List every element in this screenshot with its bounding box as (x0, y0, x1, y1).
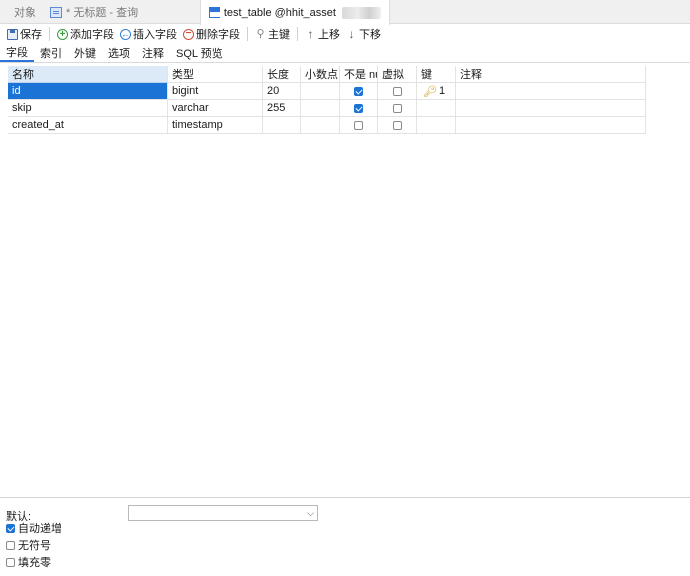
tab-comment[interactable]: 注释 (136, 44, 170, 62)
tab-objects-label: 对象 (14, 7, 36, 19)
column-header-comment[interactable]: 注释 (456, 66, 646, 83)
move-down-button[interactable]: ↓ 下移 (343, 25, 384, 43)
query-icon (50, 6, 62, 18)
save-label: 保存 (20, 29, 42, 41)
save-button[interactable]: 保存 (4, 25, 45, 43)
tab-untitled-query[interactable]: * 无标题 - 查询 (42, 0, 146, 24)
tab-foreign-keys[interactable]: 外键 (68, 44, 102, 62)
cell-comment[interactable] (456, 83, 646, 100)
toolbar-divider (49, 27, 50, 41)
cell-virtual[interactable] (378, 100, 417, 117)
table-row[interactable]: skip varchar 255 (8, 100, 646, 117)
cell-virtual[interactable] (378, 83, 417, 100)
cell-type[interactable]: bigint (168, 83, 263, 100)
insert-field-button[interactable]: ← 插入字段 (117, 25, 180, 43)
cell-key[interactable] (417, 117, 456, 134)
auto-increment-option[interactable]: 自动递增 (6, 520, 62, 536)
auto-increment-label: 自动递增 (18, 523, 62, 535)
cell-key[interactable] (417, 100, 456, 117)
add-icon: + (57, 28, 68, 40)
zerofill-option[interactable]: 填充零 (6, 554, 51, 570)
cell-comment[interactable] (456, 100, 646, 117)
cell-name[interactable]: created_at (8, 117, 168, 134)
primary-key-label: 主键 (268, 29, 290, 41)
column-header-decimals[interactable]: 小数点 (301, 66, 340, 83)
column-header-length[interactable]: 长度 (263, 66, 301, 83)
delete-field-button[interactable]: − 删除字段 (180, 25, 243, 43)
move-up-label: 上移 (318, 29, 340, 41)
toolbar: 保存 + 添加字段 ← 插入字段 − 删除字段 ⚲ 主键 ↑ 上移 ↓ 下移 (0, 24, 690, 44)
field-properties-panel: 默认: ⌵ 自动递增 无符号 填充零 (0, 497, 690, 576)
unsigned-checkbox[interactable] (6, 540, 15, 550)
virtual-checkbox[interactable] (392, 103, 402, 113)
insert-field-label: 插入字段 (133, 29, 177, 41)
column-header-name[interactable]: 名称 (8, 66, 168, 83)
zerofill-label: 填充零 (18, 557, 51, 569)
tab-sql-preview[interactable]: SQL 预览 (170, 44, 229, 62)
toolbar-divider (247, 27, 248, 41)
tab-fields[interactable]: 字段 (0, 44, 34, 62)
cell-key[interactable]: 🔑︎ 1 (417, 83, 456, 100)
cell-not-null[interactable] (340, 83, 378, 100)
virtual-checkbox[interactable] (392, 86, 402, 96)
grid-header: 名称 类型 长度 小数点 不是 null 虚拟 键 注释 (8, 66, 646, 83)
column-header-key[interactable]: 键 (417, 66, 456, 83)
chevron-down-icon: ⌵ (307, 508, 314, 518)
zerofill-checkbox[interactable] (6, 557, 15, 567)
tab-objects[interactable]: 对象 (6, 0, 44, 24)
fields-grid: 名称 类型 长度 小数点 不是 null 虚拟 键 注释 id bigint 2… (8, 66, 646, 134)
primary-key-icon: 🔑︎ (423, 85, 437, 98)
table-icon (209, 7, 220, 18)
tab-test-table-label: test_table @hhit_asset (223, 6, 336, 19)
cell-decimals[interactable] (301, 117, 340, 134)
save-icon (7, 28, 18, 40)
cell-decimals[interactable] (301, 100, 340, 117)
move-up-button[interactable]: ↑ 上移 (302, 25, 343, 43)
designer-tabs: 字段 索引 外键 选项 注释 SQL 预览 (0, 44, 690, 63)
add-field-label: 添加字段 (70, 29, 114, 41)
virtual-checkbox[interactable] (392, 120, 402, 130)
unsigned-label: 无符号 (18, 540, 51, 552)
cell-comment[interactable] (456, 117, 646, 134)
add-field-button[interactable]: + 添加字段 (54, 25, 117, 43)
cell-decimals[interactable] (301, 83, 340, 100)
cell-name[interactable]: id (8, 83, 168, 100)
arrow-up-icon: ↑ (307, 26, 314, 41)
tab-indexes[interactable]: 索引 (34, 44, 68, 62)
toolbar-divider (297, 27, 298, 41)
column-header-type[interactable]: 类型 (168, 66, 263, 83)
move-down-label: 下移 (359, 29, 381, 41)
unsigned-option[interactable]: 无符号 (6, 537, 51, 553)
table-row[interactable]: created_at timestamp (8, 117, 646, 134)
redacted-text (341, 6, 381, 19)
cell-type[interactable]: timestamp (168, 117, 263, 134)
primary-key-button[interactable]: ⚲ 主键 (252, 25, 293, 43)
cell-length[interactable] (263, 117, 301, 134)
arrow-down-icon: ↓ (348, 26, 355, 41)
cell-length[interactable]: 255 (263, 100, 301, 117)
column-header-not-null[interactable]: 不是 null (340, 66, 378, 83)
column-header-virtual[interactable]: 虚拟 (378, 66, 417, 83)
default-value-select[interactable]: ⌵ (128, 505, 318, 521)
delete-icon: − (183, 28, 194, 40)
tab-options[interactable]: 选项 (102, 44, 136, 62)
tab-untitled-query-label: * 无标题 - 查询 (66, 7, 139, 19)
cell-virtual[interactable] (378, 117, 417, 134)
insert-icon: ← (120, 28, 131, 40)
cell-not-null[interactable] (340, 100, 378, 117)
auto-increment-checkbox[interactable] (6, 523, 15, 533)
cell-type[interactable]: varchar (168, 100, 263, 117)
cell-name[interactable]: skip (8, 100, 168, 117)
cell-not-null[interactable] (340, 117, 378, 134)
key-icon: ⚲ (256, 27, 265, 40)
tab-test-table[interactable]: test_table @hhit_asset (200, 0, 390, 25)
not-null-checkbox[interactable] (354, 86, 363, 96)
table-row[interactable]: id bigint 20 🔑︎ 1 (8, 83, 646, 100)
delete-field-label: 删除字段 (196, 29, 240, 41)
key-order: 1 (438, 85, 446, 97)
tab-strip: 对象 * 无标题 - 查询 test_table @hhit_asset (0, 0, 690, 25)
not-null-checkbox[interactable] (354, 120, 363, 130)
cell-length[interactable]: 20 (263, 83, 301, 100)
not-null-checkbox[interactable] (354, 103, 363, 113)
